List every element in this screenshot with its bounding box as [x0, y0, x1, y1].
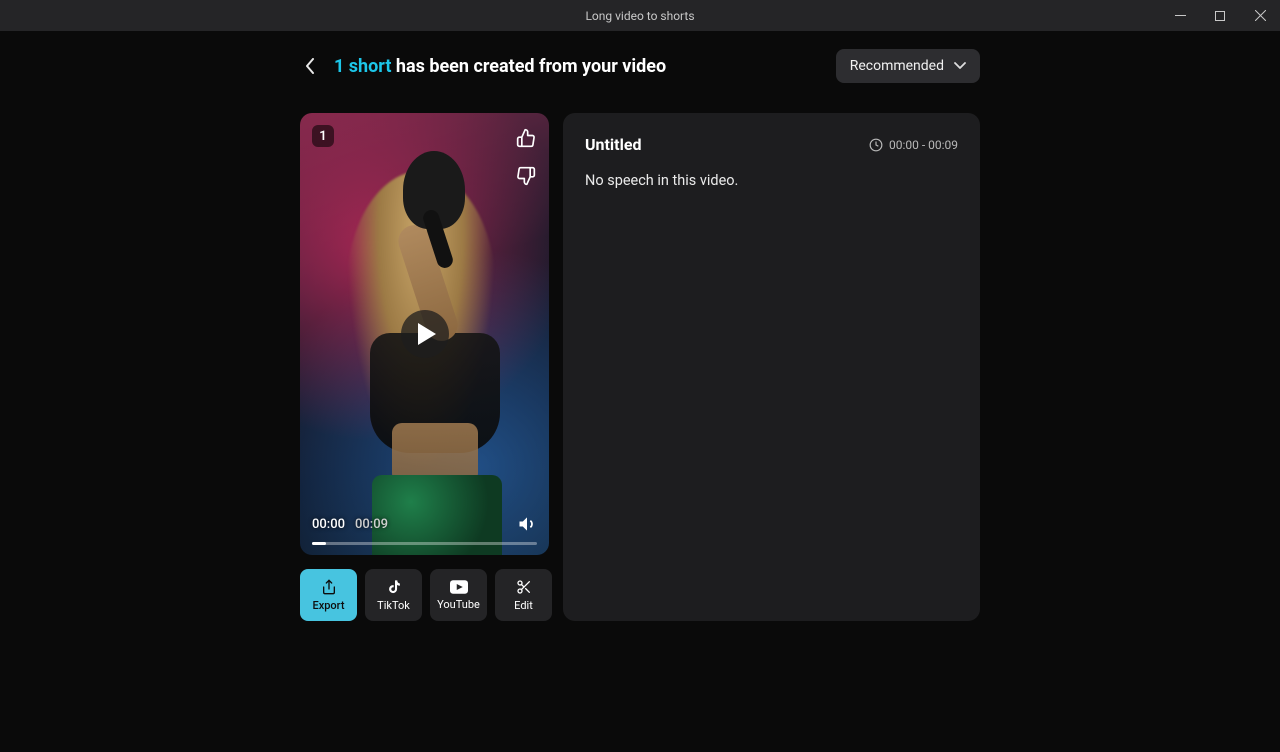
scissors-icon — [516, 579, 532, 595]
video-preview[interactable]: 1 00:00 00:09 — [300, 113, 549, 555]
export-button[interactable]: Export — [300, 569, 357, 621]
sort-dropdown[interactable]: Recommended — [836, 49, 980, 83]
duration: 00:09 — [355, 517, 388, 532]
progress-bar[interactable] — [312, 542, 537, 545]
chevron-down-icon — [954, 62, 966, 70]
volume-icon — [517, 514, 537, 534]
headline-count: 1 short — [334, 56, 391, 77]
progress-fill — [312, 542, 326, 545]
maximize-button[interactable] — [1200, 0, 1240, 31]
thumbs-down-button[interactable] — [513, 163, 539, 189]
page-headline: 1 short has been created from your video — [334, 56, 666, 77]
play-icon — [416, 323, 436, 345]
tiktok-icon — [386, 579, 402, 595]
youtube-icon — [450, 580, 468, 594]
clip-time-range: 00:00 - 00:09 — [869, 138, 958, 152]
youtube-button[interactable]: YouTube — [430, 569, 487, 621]
minimize-button[interactable] — [1160, 0, 1200, 31]
thumbs-down-icon — [516, 166, 536, 186]
thumbs-up-button[interactable] — [513, 125, 539, 151]
back-button[interactable] — [300, 56, 320, 76]
clock-icon — [869, 138, 883, 152]
play-button[interactable] — [401, 310, 449, 358]
titlebar: Long video to shorts — [0, 0, 1280, 31]
thumbs-up-icon — [516, 128, 536, 148]
close-button[interactable] — [1240, 0, 1280, 31]
window-title: Long video to shorts — [585, 9, 694, 23]
volume-button[interactable] — [517, 514, 537, 534]
details-panel: Untitled 00:00 - 00:09 No speech in this… — [563, 113, 980, 621]
edit-button[interactable]: Edit — [495, 569, 552, 621]
tiktok-button[interactable]: TikTok — [365, 569, 422, 621]
transcript: No speech in this video. — [585, 172, 958, 189]
window-controls — [1160, 0, 1280, 31]
headline-rest: has been created from your video — [391, 56, 666, 77]
clip-title: Untitled — [585, 135, 641, 154]
clip-index-badge: 1 — [312, 125, 334, 147]
current-time: 00:00 — [312, 517, 345, 532]
dropdown-label: Recommended — [850, 58, 944, 74]
chevron-left-icon — [305, 58, 315, 74]
export-icon — [321, 579, 337, 595]
